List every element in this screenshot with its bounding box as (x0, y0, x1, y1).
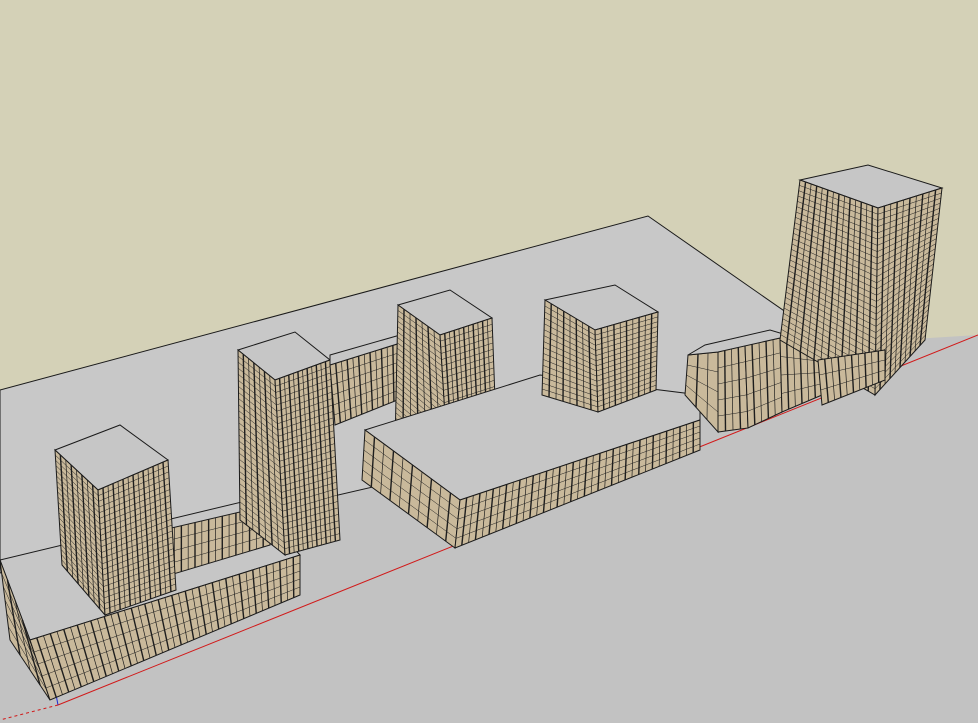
3d-scene[interactable] (0, 0, 978, 723)
modeling-viewport[interactable] (0, 0, 978, 723)
tower-center-left (236, 331, 341, 557)
tower-center-left-front (274, 359, 341, 556)
low-block-2 (717, 344, 749, 433)
low-block-3 (744, 337, 783, 429)
tower-east-mid (541, 284, 660, 413)
